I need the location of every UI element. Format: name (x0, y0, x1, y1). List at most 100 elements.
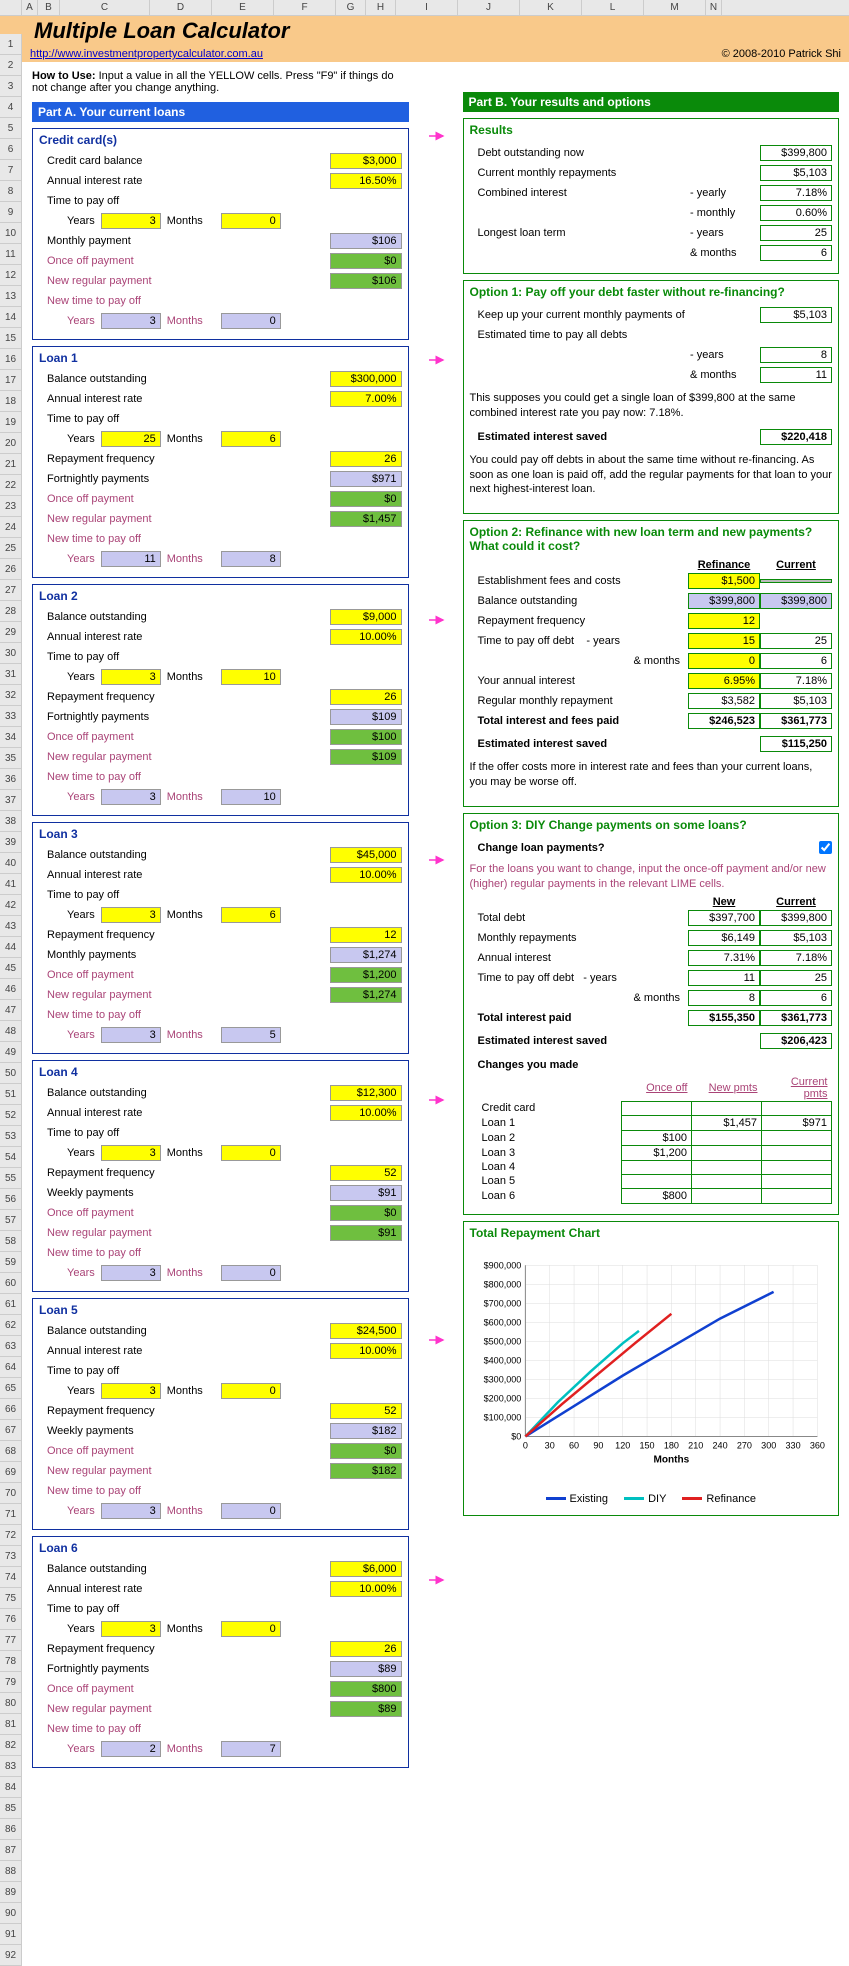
loan-4-months-input[interactable]: 0 (221, 1145, 281, 1161)
cc-bal-label: Credit card balance (39, 155, 330, 167)
res-debt-label: Debt outstanding now (470, 147, 691, 159)
opt3-mr-label: Monthly repayments (470, 932, 689, 944)
loan-4-rate-input[interactable]: 10.00% (330, 1105, 402, 1121)
loan-6-newreg-input[interactable]: $89 (330, 1701, 402, 1717)
loan-1-bal-input[interactable]: $300,000 (330, 371, 402, 387)
arrow-column (427, 70, 445, 1768)
loan-4-freq-input[interactable]: 52 (330, 1165, 402, 1181)
loan-2-months-input[interactable]: 10 (221, 669, 281, 685)
opt3-tpoy-cur: 25 (760, 970, 832, 986)
loan-3-bal-input[interactable]: $45,000 (330, 847, 402, 863)
opt2-bo-ref: $399,800 (688, 593, 760, 609)
loan-5-newreg-input[interactable]: $182 (330, 1463, 402, 1479)
loan-6-bal-label: Balance outstanding (39, 1563, 330, 1575)
loan-5-years-input[interactable]: 3 (101, 1383, 161, 1399)
opt2-tpom-ref[interactable]: 0 (688, 653, 760, 669)
loan-3-newreg-input[interactable]: $1,274 (330, 987, 402, 1003)
loan-3-newreg-label: New regular payment (39, 989, 330, 1001)
cc-months-label: Months (161, 215, 221, 227)
loan-5-newreg-label: New regular payment (39, 1465, 330, 1477)
loan-1-newreg-input[interactable]: $1,457 (330, 511, 402, 527)
loan-4-years-input[interactable]: 3 (101, 1145, 161, 1161)
cc-once-input[interactable]: $0 (330, 253, 402, 269)
loan-3-freq-input[interactable]: 12 (330, 927, 402, 943)
res-ci-label: Combined interest (470, 187, 691, 199)
loan-4-pay-label: Weekly payments (39, 1187, 330, 1199)
loan-5-once-label: Once off payment (39, 1445, 330, 1457)
source-link[interactable]: http://www.investmentpropertycalculator.… (30, 48, 263, 60)
cc-nm: 0 (221, 313, 281, 329)
opt1-m-label: & months (690, 369, 760, 381)
loan-3-years-label: Years (39, 909, 95, 921)
chg-row-1: Loan 1$1,457$971 (470, 1115, 832, 1130)
loan-6-years-input[interactable]: 3 (101, 1621, 161, 1637)
res-cmr: $5,103 (760, 165, 832, 181)
cc-months-input[interactable]: 0 (221, 213, 281, 229)
panel-credit-card: Credit card(s) Credit card balance$3,000… (32, 128, 409, 340)
svg-text:$100,000: $100,000 (483, 1412, 521, 1422)
loan-4-nm: 0 (221, 1265, 281, 1281)
svg-text:150: 150 (639, 1440, 654, 1450)
loan-5-bal-input[interactable]: $24,500 (330, 1323, 402, 1339)
chart-title: Total Repayment Chart (470, 1226, 833, 1240)
loan-4-freq-label: Repayment frequency (39, 1167, 330, 1179)
change-payments-checkbox[interactable] (819, 841, 832, 854)
loan-5-once-input[interactable]: $0 (330, 1443, 402, 1459)
loan-1-rate-input[interactable]: 7.00% (330, 391, 402, 407)
loan-5-months-input[interactable]: 0 (221, 1383, 281, 1399)
loan-5-rate-input[interactable]: 10.00% (330, 1343, 402, 1359)
loan-6-months-input[interactable]: 0 (221, 1621, 281, 1637)
loan-3-rate-input[interactable]: 10.00% (330, 867, 402, 883)
loan-2-newreg-label: New regular payment (39, 751, 330, 763)
loan-2-freq-input[interactable]: 26 (330, 689, 402, 705)
loan-4-newreg-input[interactable]: $91 (330, 1225, 402, 1241)
loan-2-rate-input[interactable]: 10.00% (330, 629, 402, 645)
svg-text:300: 300 (761, 1440, 776, 1450)
loan-3-months-input[interactable]: 6 (221, 907, 281, 923)
loan-1-once-input[interactable]: $0 (330, 491, 402, 507)
opt1-y: 8 (760, 347, 832, 363)
opt2-h-cur: Current (760, 559, 832, 571)
opt2-tpoy-ref[interactable]: 15 (688, 633, 760, 649)
svg-text:30: 30 (544, 1440, 554, 1450)
opt2-yai-ref[interactable]: 6.95% (688, 673, 760, 689)
cc-newreg-input[interactable]: $106 (330, 273, 402, 289)
loan-6-bal-input[interactable]: $6,000 (330, 1561, 402, 1577)
opt2-bo-label: Balance outstanding (470, 595, 689, 607)
opt3-td-new: $397,700 (688, 910, 760, 926)
opt3-tip-label: Total interest paid (470, 1012, 689, 1024)
loan-3-once-input[interactable]: $1,200 (330, 967, 402, 983)
opt2-efc-ref[interactable]: $1,500 (688, 573, 760, 589)
loan-2-years-input[interactable]: 3 (101, 669, 161, 685)
loan-5-freq-input[interactable]: 52 (330, 1403, 402, 1419)
panel-chart: Total Repayment Chart $0$100,000$200,000… (463, 1221, 840, 1516)
legend-existing: Existing (546, 1493, 609, 1505)
panel-loan-1: Loan 1 Balance outstanding$300,000 Annua… (32, 346, 409, 578)
loan-6-rate-input[interactable]: 10.00% (330, 1581, 402, 1597)
loan-1-years-input[interactable]: 25 (101, 431, 161, 447)
loan-2-newreg-input[interactable]: $109 (330, 749, 402, 765)
panel-option1: Option 1: Pay off your debt faster witho… (463, 280, 840, 514)
loan-4-ny-label: Years (39, 1267, 95, 1279)
opt2-yai-cur: 7.18% (760, 673, 832, 689)
loan-4-ny: 3 (101, 1265, 161, 1281)
cc-bal-input[interactable]: $3,000 (330, 153, 402, 169)
loan-6-nm: 7 (221, 1741, 281, 1757)
opt1-eis-label: Estimated interest saved (470, 431, 761, 443)
loan-3-years-input[interactable]: 3 (101, 907, 161, 923)
opt2-rf-ref[interactable]: 12 (688, 613, 760, 629)
loan-2-bal-input[interactable]: $9,000 (330, 609, 402, 625)
loan-4-bal-input[interactable]: $12,300 (330, 1085, 402, 1101)
cc-rate-input[interactable]: 16.50% (330, 173, 402, 189)
opt2-tpoy-cur: 25 (760, 633, 832, 649)
cc-years-input[interactable]: 3 (101, 213, 161, 229)
loan-1-freq-input[interactable]: 26 (330, 451, 402, 467)
opt3-h-new: New (688, 896, 760, 908)
loan-6-once-input[interactable]: $800 (330, 1681, 402, 1697)
cc-mpay: $106 (330, 233, 402, 249)
loan-1-months-input[interactable]: 6 (221, 431, 281, 447)
loan-2-once-input[interactable]: $100 (330, 729, 402, 745)
loan-4-once-input[interactable]: $0 (330, 1205, 402, 1221)
loan-6-freq-input[interactable]: 26 (330, 1641, 402, 1657)
loan-5-nm: 0 (221, 1503, 281, 1519)
